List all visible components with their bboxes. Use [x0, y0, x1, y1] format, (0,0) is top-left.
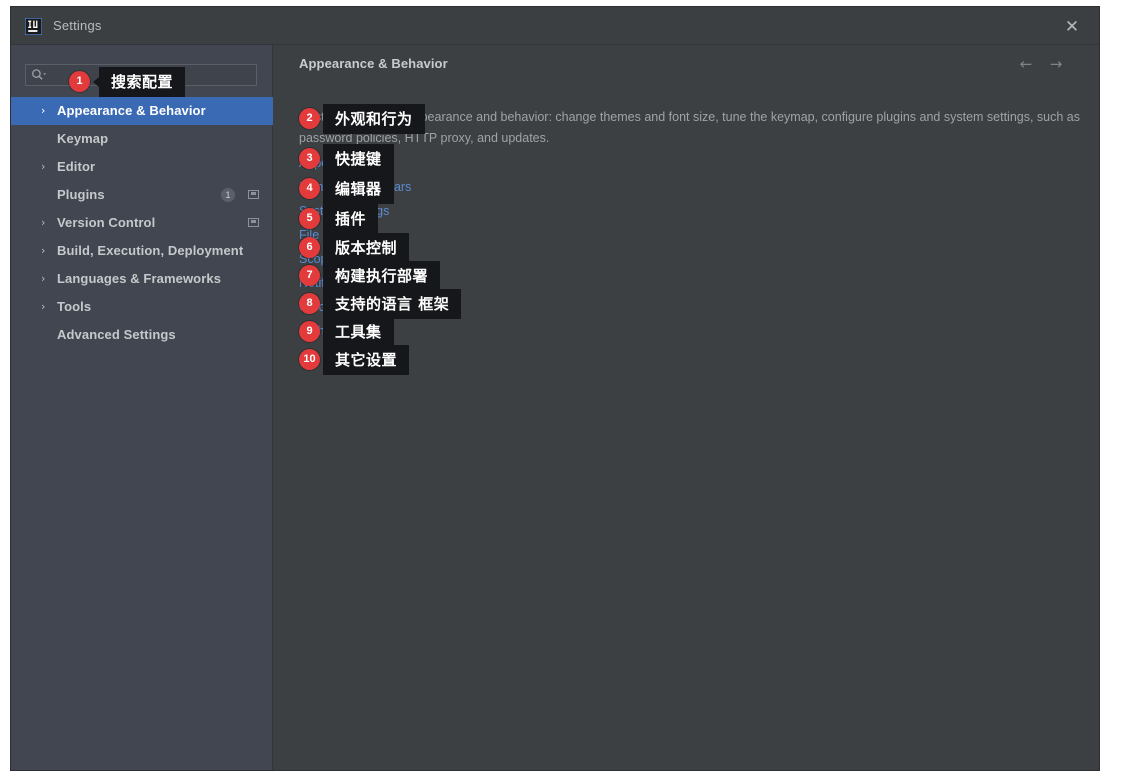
chevron-right-icon[interactable]: ›	[41, 209, 51, 237]
sidebar-item-appearance-behavior[interactable]: › Appearance & Behavior	[11, 97, 273, 125]
navigation-arrows: ← →	[1015, 55, 1075, 73]
settings-main-panel: Appearance & Behavior ← → Customize the …	[273, 45, 1099, 770]
annotation-tooltip-1: 搜索配置	[92, 67, 186, 97]
sidebar-item-label: Appearance & Behavior	[57, 103, 206, 118]
annotation-tooltip-9: 工具集	[323, 317, 394, 347]
page-title: Appearance & Behavior	[299, 56, 448, 71]
close-icon[interactable]: ✕	[1061, 16, 1083, 38]
sidebar-item-label: Editor	[57, 159, 96, 174]
annotation-badge-3: 3	[299, 148, 320, 169]
annotation-badge-5: 5	[299, 208, 320, 229]
annotation-badge-2: 2	[299, 108, 320, 129]
annotation-badge-6: 6	[299, 237, 320, 258]
annotation-tooltip-6: 版本控制	[323, 233, 410, 263]
sidebar-item-label: Advanced Settings	[57, 327, 176, 342]
annotation-tooltip-5: 插件	[323, 204, 379, 234]
arrow-right-icon[interactable]: →	[1045, 55, 1067, 73]
arrow-left-icon[interactable]: ←	[1015, 55, 1037, 73]
search-icon	[31, 68, 47, 82]
sidebar-item-advanced-settings[interactable]: Advanced Settings	[11, 321, 273, 349]
copy-settings-icon[interactable]	[248, 190, 259, 199]
sidebar-item-build-execution-deployment[interactable]: › Build, Execution, Deployment	[11, 237, 273, 265]
sidebar-item-tools[interactable]: › Tools	[11, 293, 273, 321]
sidebar-item-label: Tools	[57, 299, 92, 314]
chevron-right-icon[interactable]: ›	[41, 293, 51, 321]
annotation-badge-1: 1	[69, 71, 90, 92]
chevron-right-icon[interactable]: ›	[41, 265, 51, 293]
annotation-badge-8: 8	[299, 293, 320, 314]
plugin-count-badge: 1	[221, 188, 235, 202]
sidebar-item-label: Version Control	[57, 215, 156, 230]
sidebar-item-label: Languages & Frameworks	[57, 271, 222, 286]
annotation-tooltip-7: 构建执行部署	[323, 261, 441, 291]
chevron-right-icon[interactable]: ›	[41, 237, 51, 265]
copy-settings-icon[interactable]	[248, 218, 259, 227]
sidebar-item-editor[interactable]: › Editor	[11, 153, 273, 181]
annotation-tooltip-8: 支持的语言 框架	[323, 289, 462, 319]
sidebar-item-keymap[interactable]: Keymap	[11, 125, 273, 153]
sidebar-item-version-control[interactable]: › Version Control	[11, 209, 273, 237]
chevron-right-icon[interactable]: ›	[41, 97, 51, 125]
annotation-tooltip-2: 外观和行为	[323, 104, 425, 134]
sidebar-item-label: Build, Execution, Deployment	[57, 243, 244, 258]
settings-window: Settings ✕ › Appearance & Behavior Keymap ›…	[10, 6, 1100, 771]
annotation-badge-10: 10	[299, 349, 320, 370]
sidebar-item-label: Plugins	[57, 187, 105, 202]
intellij-idea-icon	[24, 17, 43, 36]
main-header: Appearance & Behavior ← →	[273, 45, 1099, 81]
desktop-background: Settings ✕ › Appearance & Behavior Keymap ›…	[0, 0, 1122, 777]
sidebar-item-languages-frameworks[interactable]: › Languages & Frameworks	[11, 265, 273, 293]
settings-sidebar: › Appearance & Behavior Keymap › Editor Plugi…	[11, 45, 273, 770]
annotation-badge-9: 9	[299, 321, 320, 342]
annotation-badge-7: 7	[299, 265, 320, 286]
annotation-tooltip-3: 快捷键	[323, 144, 394, 174]
window-title: Settings	[53, 18, 102, 33]
annotation-badge-4: 4	[299, 178, 320, 199]
chevron-right-icon[interactable]: ›	[41, 153, 51, 181]
sidebar-item-label: Keymap	[57, 131, 109, 146]
annotation-tooltip-10: 其它设置	[323, 345, 410, 375]
title-bar: Settings ✕	[11, 7, 1099, 45]
sidebar-item-plugins[interactable]: Plugins 1	[11, 181, 273, 209]
annotation-tooltip-4: 编辑器	[323, 174, 394, 204]
settings-tree: › Appearance & Behavior Keymap › Editor Plugi…	[11, 97, 273, 349]
